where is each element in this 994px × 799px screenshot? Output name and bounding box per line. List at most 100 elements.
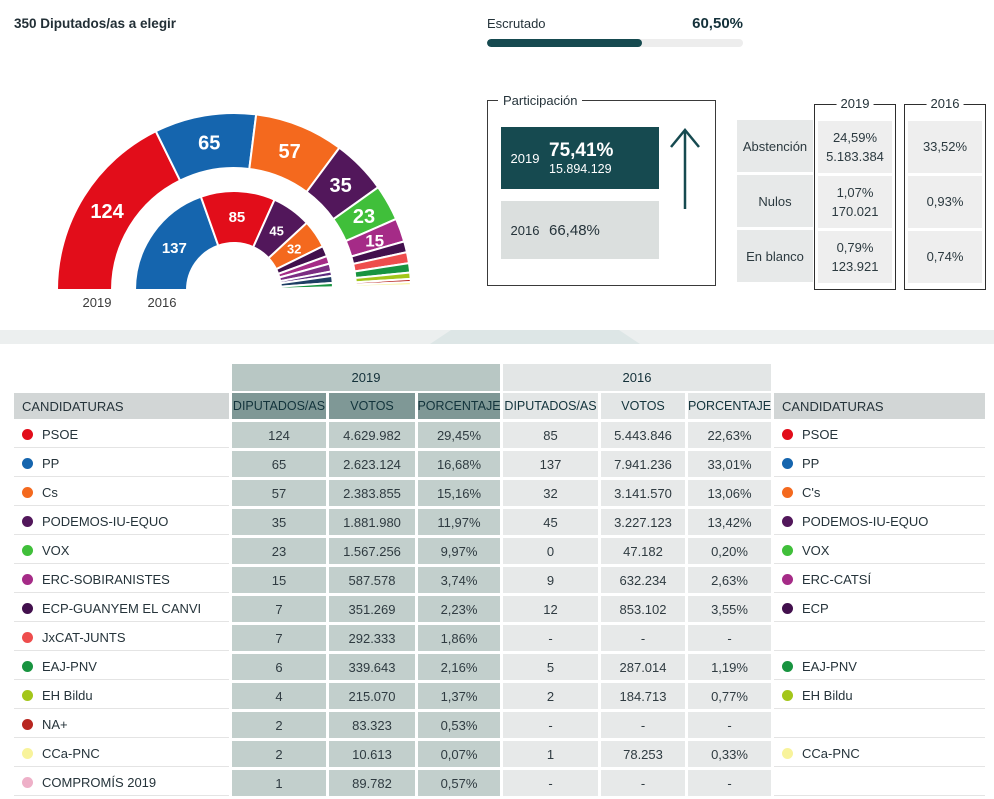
cell-d2016: - <box>503 770 598 796</box>
cell-v2016: 287.014 <box>601 654 685 680</box>
party-color-dot <box>782 487 793 498</box>
table-row-party-left[interactable]: ERC-SOBIRANISTES <box>14 567 229 593</box>
stats-2019-nulos: 1,07% 170.021 <box>818 176 892 228</box>
cell-p2019: 1,86% <box>418 625 500 651</box>
cell-v2019: 4.629.982 <box>329 422 415 448</box>
party-name-label: JxCAT-JUNTS <box>42 630 126 645</box>
stats-2016-nulos: 0,93% <box>908 176 982 228</box>
party-color-dot <box>22 458 33 469</box>
cell-p2019: 29,45% <box>418 422 500 448</box>
table-row-party-right[interactable] <box>774 770 985 796</box>
cell-v2016: 853.102 <box>601 596 685 622</box>
table-row-party-right[interactable]: VOX <box>774 538 985 564</box>
cell-d2016: 9 <box>503 567 598 593</box>
cell-v2016: 78.253 <box>601 741 685 767</box>
stats-label-abstencion: Abstención <box>737 120 813 172</box>
cell-v2016: 632.234 <box>601 567 685 593</box>
stats-2019-enblanco: 0,79% 123.921 <box>818 231 892 283</box>
stat-value: 1,07% <box>837 183 874 203</box>
party-name-label: PSOE <box>42 427 78 442</box>
cell-v2016: - <box>601 770 685 796</box>
table-row-party-left[interactable]: CCa-PNC <box>14 741 229 767</box>
party-color-dot <box>22 719 33 730</box>
table-row-party-left[interactable]: EAJ-PNV <box>14 654 229 680</box>
col-header-porcentaje-2019[interactable]: PORCENTAJE <box>418 393 500 419</box>
cell-p2019: 2,23% <box>418 596 500 622</box>
stat-value: 170.021 <box>832 202 879 222</box>
col-header-diputados-2016[interactable]: DIPUTADOS/AS <box>503 393 598 419</box>
table-row-party-right[interactable]: CCa-PNC <box>774 741 985 767</box>
stats-box-2016-legend: 2016 <box>927 96 964 111</box>
cell-d2019: 4 <box>232 683 326 709</box>
seat-count-label: 23 <box>353 206 375 228</box>
party-name-label: ECP <box>802 601 829 616</box>
col-header-votos-2016[interactable]: VOTOS <box>601 393 685 419</box>
hemicycle-segment-2019-otros[interactable] <box>356 288 411 290</box>
table-row-party-left[interactable]: PP <box>14 451 229 477</box>
table-row-party-right[interactable]: ECP <box>774 596 985 622</box>
cell-p2016: 13,06% <box>688 480 771 506</box>
stat-value: 24,59% <box>833 128 877 148</box>
table-row-party-left[interactable]: VOX <box>14 538 229 564</box>
table-row-party-right[interactable] <box>774 712 985 738</box>
table-row-party-right[interactable]: PSOE <box>774 422 985 448</box>
cell-p2019: 1,37% <box>418 683 500 709</box>
cell-p2016: - <box>688 625 771 651</box>
table-row-party-right[interactable]: ERC-CATSÍ <box>774 567 985 593</box>
table-row-party-right[interactable]: EAJ-PNV <box>774 654 985 680</box>
results-table: 2019 2016 CANDIDATURAS DIPUTADOS/AS VOTO… <box>0 364 994 799</box>
cell-v2019: 83.323 <box>329 712 415 738</box>
cell-p2019: 3,74% <box>418 567 500 593</box>
party-name-label: EH Bildu <box>42 688 93 703</box>
stats-label-nulos: Nulos <box>737 175 813 227</box>
cell-d2016: - <box>503 712 598 738</box>
table-row-party-right[interactable]: PP <box>774 451 985 477</box>
party-name-label: PSOE <box>802 427 838 442</box>
table-row-party-right[interactable]: PODEMOS-IU-EQUO <box>774 509 985 535</box>
col-header-diputados-2019[interactable]: DIPUTADOS/AS <box>232 393 326 419</box>
table-row-party-left[interactable]: PSOE <box>14 422 229 448</box>
party-name-label: PP <box>802 456 819 471</box>
cell-p2016: 13,42% <box>688 509 771 535</box>
divider-tab[interactable] <box>430 330 640 344</box>
col-header-votos-2019[interactable]: VOTOS <box>329 393 415 419</box>
cell-v2019: 1.567.256 <box>329 538 415 564</box>
cell-d2016: 1 <box>503 741 598 767</box>
party-name-label: ECP-GUANYEM EL CANVI <box>42 601 201 616</box>
party-color-dot <box>782 603 793 614</box>
col-header-porcentaje-2016[interactable]: PORCENTAJE <box>688 393 771 419</box>
party-name-label: NA+ <box>42 717 68 732</box>
table-row-party-right[interactable]: C's <box>774 480 985 506</box>
party-color-dot <box>22 603 33 614</box>
party-color-dot <box>782 429 793 440</box>
table-row-party-left[interactable]: JxCAT-JUNTS <box>14 625 229 651</box>
cell-d2016: 85 <box>503 422 598 448</box>
cell-d2019: 7 <box>232 625 326 651</box>
cell-d2019: 65 <box>232 451 326 477</box>
table-row-party-left[interactable]: ECP-GUANYEM EL CANVI <box>14 596 229 622</box>
party-name-label: PODEMOS-IU-EQUO <box>802 514 928 529</box>
seat-count-label: 32 <box>287 242 301 257</box>
party-color-dot <box>22 777 33 788</box>
election-results-page: 350 Diputados/as a elegir Escrutado 60,5… <box>0 0 994 799</box>
table-row-party-right[interactable]: EH Bildu <box>774 683 985 709</box>
cell-p2019: 2,16% <box>418 654 500 680</box>
table-row-party-left[interactable]: EH Bildu <box>14 683 229 709</box>
party-name-label: PODEMOS-IU-EQUO <box>42 514 168 529</box>
cell-v2016: 7.941.236 <box>601 451 685 477</box>
stats-panel: Abstención Nulos En blanco 2019 24,59% 5… <box>737 100 990 296</box>
hemicycle-segment-2016-cca-pnc[interactable] <box>281 289 333 290</box>
seat-count-label: 45 <box>269 224 283 239</box>
cell-v2019: 2.383.855 <box>329 480 415 506</box>
cell-v2019: 587.578 <box>329 567 415 593</box>
party-name-label: Cs <box>42 485 58 500</box>
table-row-party-left[interactable]: NA+ <box>14 712 229 738</box>
cell-p2016: 1,19% <box>688 654 771 680</box>
table-row-party-left[interactable]: Cs <box>14 480 229 506</box>
table-row-party-left[interactable]: COMPROMÍS 2019 <box>14 770 229 796</box>
cell-d2016: 45 <box>503 509 598 535</box>
cell-v2016: 184.713 <box>601 683 685 709</box>
party-name-label: VOX <box>802 543 829 558</box>
table-row-party-left[interactable]: PODEMOS-IU-EQUO <box>14 509 229 535</box>
table-row-party-right[interactable] <box>774 625 985 651</box>
